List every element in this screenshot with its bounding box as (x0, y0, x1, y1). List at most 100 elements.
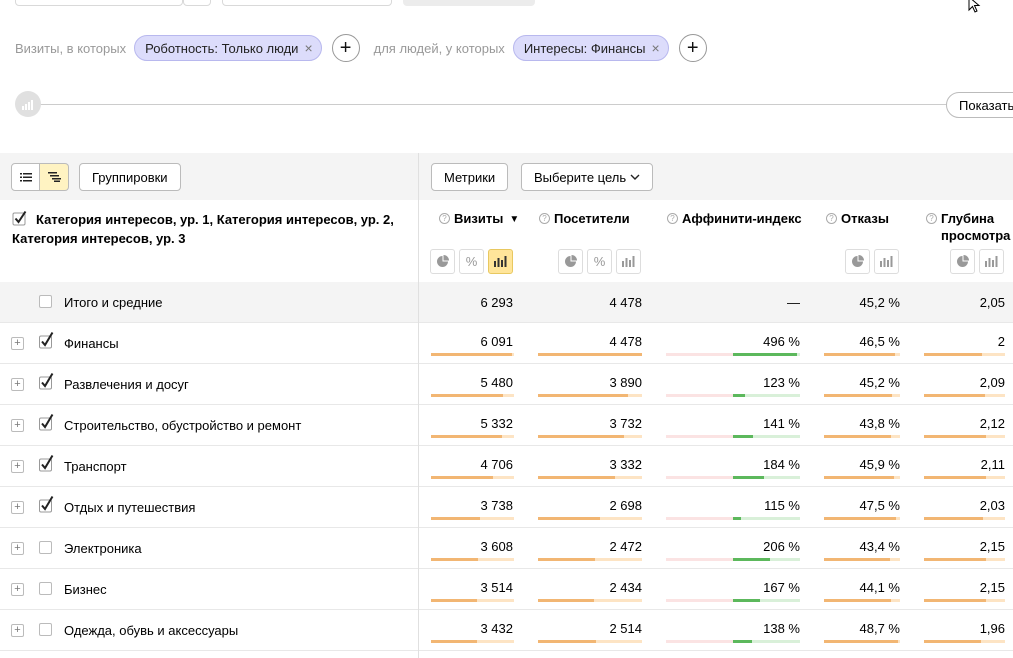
cell-depth: 2,12 (979, 416, 1005, 431)
select-all-checkbox[interactable] (12, 210, 28, 230)
table-row[interactable]: + Развлечения и досуг 5 480 3 890 45,2 % 2,09… (0, 364, 1013, 405)
percent-icon: % (465, 254, 478, 269)
close-icon[interactable]: × (304, 40, 312, 56)
bar-fill-affinity (733, 517, 741, 520)
chevron-down-icon (630, 174, 640, 180)
row-checkbox[interactable] (39, 454, 55, 475)
cell-visitors: 3 732 (609, 416, 642, 431)
expand-icon[interactable]: + (11, 337, 24, 350)
visits-percent-button[interactable]: % (459, 249, 484, 274)
sampling-slider-handle[interactable] (15, 91, 41, 117)
cell-bounce: 45,2 % (859, 375, 900, 390)
help-icon[interactable]: ? (667, 213, 678, 224)
visitors-pie-button[interactable] (558, 249, 583, 274)
help-icon[interactable]: ? (439, 213, 450, 224)
depth-bar-button[interactable] (979, 249, 1004, 274)
expand-icon[interactable]: + (11, 501, 24, 514)
row-name[interactable]: Финансы (64, 336, 119, 351)
column-header-visitors[interactable]: ? Посетители (539, 210, 630, 227)
bar-fill-affinity (733, 435, 753, 438)
row-name[interactable]: Строительство, обустройство и ремонт (64, 418, 301, 433)
bar-affinity-base (666, 558, 733, 561)
list-view-button[interactable] (11, 163, 40, 191)
visitors-bar-button[interactable] (616, 249, 641, 274)
bar-affinity-base (666, 517, 733, 520)
bar-fill-visits (431, 476, 493, 479)
bar-fill-visits (431, 599, 477, 602)
add-visit-filter-button[interactable]: + (331, 34, 360, 62)
row-checkbox[interactable] (39, 582, 52, 595)
bar-fill-affinity (733, 558, 770, 561)
table-row[interactable]: + Электроника 3 608 2 472 43,4 % 2,15 206 % (0, 528, 1013, 569)
expand-icon[interactable]: + (11, 624, 24, 637)
bar-visits (431, 435, 514, 438)
totals-affinity: — (787, 295, 800, 310)
checkbox-icon (39, 372, 54, 390)
row-checkbox[interactable] (39, 331, 55, 352)
row-checkbox[interactable] (39, 623, 52, 636)
table-row[interactable]: + Бизнес 3 514 2 434 44,1 % 2,15 167 % (0, 569, 1013, 610)
row-name[interactable]: Бизнес (64, 582, 107, 597)
table-row[interactable]: + Транспорт 4 706 3 332 45,9 % 2,11 184 % (0, 446, 1013, 487)
top-select-1[interactable] (15, 0, 183, 6)
bar-depth (924, 435, 1005, 438)
visits-bar-button[interactable] (488, 249, 513, 274)
robot-filter-chip[interactable]: Роботность: Только люди × (134, 35, 322, 61)
bar-fill-visitors (538, 640, 596, 643)
cell-depth: 2 (997, 334, 1005, 349)
expand-icon[interactable]: + (11, 419, 24, 432)
row-name[interactable]: Развлечения и досуг (64, 377, 189, 392)
help-icon[interactable]: ? (539, 213, 550, 224)
add-people-filter-button[interactable]: + (678, 34, 707, 62)
cell-depth: 2,15 (979, 539, 1005, 554)
visits-pie-button[interactable] (430, 249, 455, 274)
groupings-button[interactable]: Группировки (79, 163, 181, 191)
bar-fill-visitors (538, 394, 628, 397)
column-header-depth[interactable]: ? Глубина просмотра (926, 210, 1013, 244)
bar-fill-depth (924, 599, 986, 602)
bar-fill-visitors (538, 476, 615, 479)
help-icon[interactable]: ? (926, 213, 937, 224)
top-select-3[interactable] (222, 0, 392, 6)
row-checkbox[interactable] (39, 372, 55, 393)
bar-visits (431, 353, 514, 356)
column-header-visits[interactable]: ? Визиты ▼ (439, 210, 519, 228)
table-row[interactable]: + Строительство, обустройство и ремонт 5 3… (0, 405, 1013, 446)
visitors-percent-button[interactable]: % (587, 249, 612, 274)
totals-checkbox[interactable] (39, 295, 52, 308)
table-row[interactable]: + Отдых и путешествия 3 738 2 698 47,5 % 2,03… (0, 487, 1013, 528)
pie-icon (957, 255, 969, 267)
row-name[interactable]: Отдых и путешествия (64, 500, 195, 515)
top-select-2[interactable] (183, 0, 211, 6)
column-header-bounce[interactable]: ? Отказы (826, 210, 889, 227)
close-icon[interactable]: × (651, 40, 659, 56)
expand-icon[interactable]: + (11, 542, 24, 555)
help-icon[interactable]: ? (826, 213, 837, 224)
tree-view-button[interactable] (40, 163, 69, 191)
expand-icon[interactable]: + (11, 583, 24, 596)
row-checkbox[interactable] (39, 495, 55, 516)
row-name[interactable]: Транспорт (64, 459, 127, 474)
depth-pie-button[interactable] (950, 249, 975, 274)
top-button[interactable] (403, 0, 535, 6)
bounce-pie-button[interactable] (845, 249, 870, 274)
column-header-affinity[interactable]: ? Аффинити-индекс (667, 210, 802, 227)
row-name[interactable]: Одежда, обувь и аксессуары (64, 623, 238, 638)
row-name[interactable]: Электроника (64, 541, 142, 556)
row-checkbox[interactable] (39, 413, 55, 434)
table-row[interactable]: + Одежда, обувь и аксессуары 3 432 2 514 48,… (0, 610, 1013, 651)
expand-icon[interactable]: + (11, 378, 24, 391)
bar-visitors (538, 476, 642, 479)
bounce-bar-button[interactable] (874, 249, 899, 274)
show-button[interactable]: Показать (946, 92, 1013, 118)
table-row[interactable]: + Финансы 6 091 4 478 46,5 % 2 496 % (0, 323, 1013, 364)
expand-icon[interactable]: + (11, 460, 24, 473)
row-checkbox[interactable] (39, 541, 52, 554)
sampling-slider-track[interactable] (30, 104, 960, 105)
interest-filter-chip[interactable]: Интересы: Финансы × (512, 35, 669, 61)
goal-select[interactable]: Выберите цель (521, 163, 654, 191)
bar-fill-depth (924, 640, 981, 643)
bar-fill-depth (924, 476, 986, 479)
metrics-button[interactable]: Метрики (431, 163, 509, 191)
pie-icon (437, 255, 449, 267)
